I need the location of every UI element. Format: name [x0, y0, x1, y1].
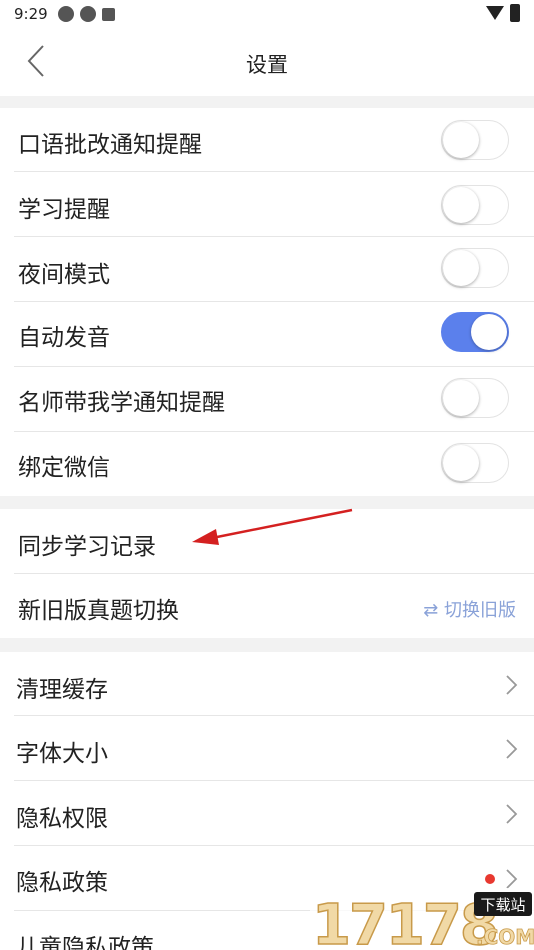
switch-old-version-link[interactable]: ⇄ 切换旧版 — [423, 596, 516, 622]
notification-icons — [58, 6, 115, 22]
aperture-icon — [80, 6, 96, 22]
new-badge-dot — [485, 874, 495, 884]
svg-text:17178: 17178 — [312, 893, 497, 950]
row-label: 清理缓存 — [16, 677, 108, 703]
app-a-icon — [102, 7, 115, 21]
toggle-knob — [443, 122, 479, 158]
row-label: 新旧版真题切换 — [18, 598, 179, 624]
teacher-notify-toggle[interactable] — [441, 378, 509, 418]
oral-notify-toggle[interactable] — [441, 120, 509, 160]
annotation-arrow-icon — [192, 508, 353, 545]
divider — [14, 780, 534, 781]
divider — [14, 301, 534, 302]
toggle-knob — [443, 187, 479, 223]
divider — [14, 236, 534, 237]
nav-bar: 设置 — [0, 28, 534, 96]
study-reminder-toggle[interactable] — [441, 185, 509, 225]
chevron-right-icon — [506, 675, 518, 695]
row-label: 隐私政策 — [16, 870, 108, 896]
toggle-row-study-reminder: 学习提醒 — [0, 173, 534, 237]
bind-wechat-toggle[interactable] — [441, 443, 509, 483]
aperture-icon — [58, 6, 74, 22]
chevron-right-icon — [506, 739, 518, 759]
row-label: 隐私权限 — [16, 806, 108, 832]
divider — [14, 845, 534, 846]
night-mode-toggle[interactable] — [441, 248, 509, 288]
section-gap — [0, 96, 534, 108]
page-title: 设置 — [246, 53, 288, 77]
row-label: 夜间模式 — [18, 262, 110, 288]
wifi-icon — [486, 6, 504, 20]
row-label: 自动发音 — [18, 325, 110, 351]
toggle-knob — [443, 445, 479, 481]
toggle-knob — [471, 314, 507, 350]
chevron-right-icon — [506, 804, 518, 824]
svg-text:.COM: .COM — [476, 925, 534, 949]
toggle-row-night-mode: 夜间模式 — [0, 238, 534, 302]
row-label: 学习提醒 — [18, 197, 110, 223]
row-label: 绑定微信 — [18, 455, 110, 481]
toggle-knob — [443, 250, 479, 286]
svg-text:下载站: 下载站 — [480, 896, 525, 914]
toggle-row-oral-notify: 口语批改通知提醒 — [0, 108, 534, 172]
toggle-knob — [443, 380, 479, 416]
toggle-row-bind-wechat: 绑定微信 — [0, 433, 534, 496]
chevron-right-icon — [506, 869, 518, 889]
auto-pronounce-toggle[interactable] — [441, 312, 509, 352]
battery-icon — [510, 4, 520, 22]
system-icons — [486, 4, 520, 22]
status-time: 9:29 — [14, 5, 48, 23]
divider — [14, 431, 534, 432]
row-label: 口语批改通知提醒 — [18, 132, 202, 158]
row-label: 儿童隐私政策 — [16, 935, 154, 950]
toggle-row-auto-pronounce: 自动发音 — [0, 303, 534, 367]
status-bar: 9:29 — [0, 0, 534, 28]
version-switch-row: 新旧版真题切换 ⇄ 切换旧版 — [0, 575, 534, 638]
divider — [14, 715, 534, 716]
clear-cache-row[interactable]: 清理缓存 — [0, 652, 534, 716]
row-label: 字体大小 — [16, 741, 108, 767]
section-gap — [0, 638, 534, 652]
row-label: 同步学习记录 — [18, 534, 156, 560]
watermark-logo: 17178 下载站 .COM — [310, 888, 534, 950]
toggle-row-teacher-notify: 名师带我学通知提醒 — [0, 368, 534, 432]
divider — [14, 366, 534, 367]
row-label: 名师带我学通知提醒 — [18, 390, 225, 416]
divider — [14, 171, 534, 172]
divider — [14, 573, 534, 574]
font-size-row[interactable]: 字体大小 — [0, 717, 534, 781]
privacy-permission-row[interactable]: 隐私权限 — [0, 782, 534, 846]
